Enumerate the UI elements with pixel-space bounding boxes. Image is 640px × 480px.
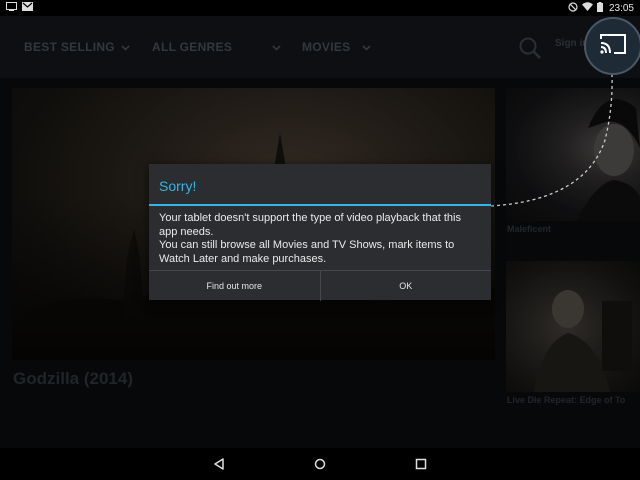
dialog-title: Sorry! <box>159 178 197 194</box>
find-out-more-button[interactable]: Find out more <box>149 271 320 301</box>
dialog-message-line: Your tablet doesn't support the type of … <box>159 212 461 224</box>
navigation-bar <box>0 448 640 480</box>
dialog-message-line: Watch Later and make purchases. <box>159 252 327 265</box>
dialog-message: Your tablet doesn't support the type of … <box>159 212 484 266</box>
cast-icon <box>599 33 627 60</box>
dialog-button-bar: Find out more OK <box>149 270 491 301</box>
dialog-title-divider <box>149 204 491 206</box>
cast-button[interactable] <box>584 17 640 75</box>
error-dialog: Sorry! Your tablet doesn't support the t… <box>149 164 491 301</box>
back-icon[interactable] <box>211 456 227 472</box>
dialog-message-line: You can still browse all Movies and TV S… <box>159 239 455 251</box>
recents-icon[interactable] <box>413 456 429 472</box>
home-icon[interactable] <box>312 456 328 472</box>
ok-button[interactable]: OK <box>319 271 492 301</box>
dialog-message-line: app needs. <box>159 225 214 238</box>
